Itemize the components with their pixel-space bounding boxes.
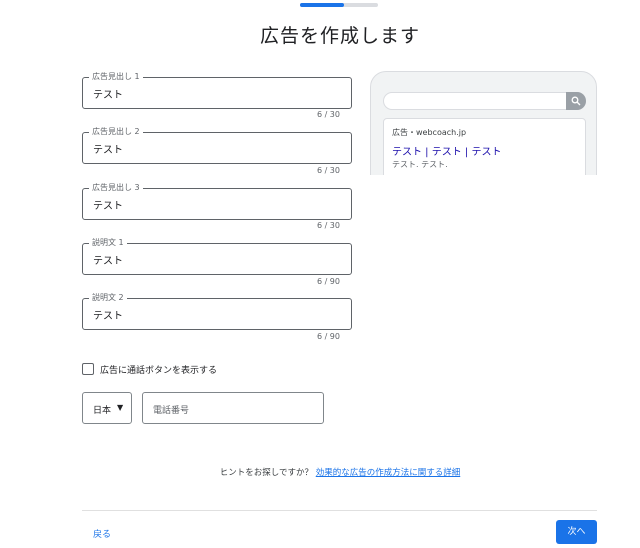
phone-number-placeholder: 電話番号 — [153, 406, 190, 416]
description-1-field[interactable]: 説明文 1 テスト — [82, 237, 352, 275]
page-title: 広告を作成します — [259, 25, 420, 47]
headline-1-field[interactable]: 広告見出し 1 テスト — [82, 71, 352, 109]
progress-bar — [300, 3, 378, 7]
footer-divider — [82, 510, 597, 511]
headline-2-value: テスト — [93, 145, 123, 156]
preview-ad-card: 広告・webcoach.jp テスト | テスト | テスト テスト. テスト. — [383, 118, 586, 175]
description-2-label: 説明文 2 — [89, 292, 127, 304]
preview-ad-meta: 広告・webcoach.jp — [392, 128, 467, 137]
preview-description: テスト. テスト. — [392, 160, 448, 169]
phone-frame: 広告・webcoach.jp テスト | テスト | テスト テスト. テスト. — [370, 71, 597, 175]
description-2-value: テスト — [93, 311, 123, 322]
description-1-value: テスト — [93, 256, 123, 267]
call-button-checkbox[interactable] — [82, 363, 94, 375]
phone-number-input[interactable]: 電話番号 — [142, 392, 324, 424]
description-1-label: 説明文 1 — [89, 237, 127, 249]
preview-search-bar — [383, 92, 586, 110]
headline-2-field[interactable]: 広告見出し 2 テスト — [82, 126, 352, 164]
headline-3-field[interactable]: 広告見出し 3 テスト — [82, 182, 352, 220]
search-icon — [566, 92, 586, 110]
description-1-counter: 6 / 90 — [316, 277, 340, 286]
headline-3-label: 広告見出し 3 — [89, 182, 143, 194]
back-button[interactable]: 戻る — [93, 527, 111, 540]
preview-headline: テスト | テスト | テスト — [392, 147, 502, 158]
next-button[interactable]: 次へ — [556, 520, 597, 544]
hint-link[interactable]: 効果的な広告の作成方法に関する詳細 — [316, 468, 461, 478]
headline-3-value: テスト — [93, 201, 123, 212]
caret-down-icon: ▼ — [117, 403, 124, 412]
headline-1-counter: 6 / 30 — [316, 110, 340, 119]
ad-preview: 広告・webcoach.jp テスト | テスト | テスト テスト. テスト. — [370, 71, 597, 175]
headline-3-counter: 6 / 30 — [316, 221, 340, 230]
hint-text: ヒントをお探しですか？ — [219, 468, 314, 478]
description-2-field[interactable]: 説明文 2 テスト — [82, 292, 352, 330]
headline-2-counter: 6 / 30 — [316, 166, 340, 175]
country-select[interactable]: 日本 ▼ — [82, 392, 132, 424]
country-value: 日本 — [93, 406, 112, 416]
description-2-counter: 6 / 90 — [316, 332, 340, 341]
headline-2-label: 広告見出し 2 — [89, 126, 143, 138]
hint-row: ヒントをお探しですか？ 効果的な広告の作成方法に関する詳細 — [0, 466, 640, 478]
headline-1-value: テスト — [93, 90, 123, 101]
headline-1-label: 広告見出し 1 — [89, 71, 143, 83]
call-button-label[interactable]: 広告に通話ボタンを表示する — [100, 363, 217, 376]
progress-fill — [300, 3, 344, 7]
